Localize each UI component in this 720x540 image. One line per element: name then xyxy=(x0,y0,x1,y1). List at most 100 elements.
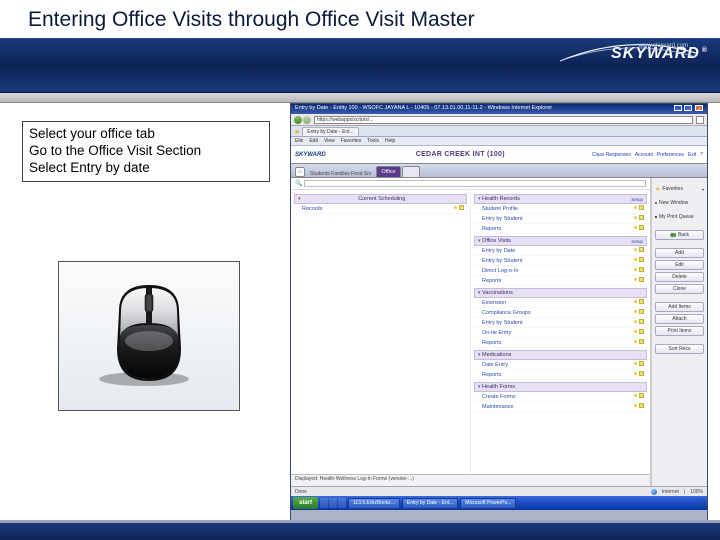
star-icon[interactable] xyxy=(633,277,638,282)
nav-item[interactable]: Entry by Student xyxy=(474,214,647,224)
search-icon[interactable] xyxy=(696,116,704,124)
note-icon[interactable] xyxy=(639,339,644,344)
note-icon[interactable] xyxy=(639,205,644,210)
star-icon[interactable] xyxy=(633,267,638,272)
setup-link[interactable]: Setup xyxy=(631,197,643,202)
menu-view[interactable]: View xyxy=(324,137,335,145)
nav-item[interactable]: Compliance Groups xyxy=(474,308,647,318)
delete-button[interactable]: Delete xyxy=(655,272,704,282)
nav-item[interactable]: Entry by Student xyxy=(474,318,647,328)
star-icon[interactable] xyxy=(633,309,638,314)
note-icon[interactable] xyxy=(639,329,644,334)
maximize-button[interactable]: □ xyxy=(684,105,692,111)
new-window-link[interactable]: New Window xyxy=(655,198,704,208)
search-input[interactable] xyxy=(304,180,646,187)
star-icon[interactable] xyxy=(633,339,638,344)
note-icon[interactable] xyxy=(639,247,644,252)
print-items-button[interactable]: Print Items xyxy=(655,326,704,336)
nav-item[interactable]: Date Entry xyxy=(474,360,647,370)
tab-blank[interactable] xyxy=(402,166,420,177)
star-icon[interactable] xyxy=(633,361,638,366)
note-icon[interactable] xyxy=(639,257,644,262)
link-help[interactable]: ? xyxy=(700,152,703,158)
link-responses[interactable]: Class Responses xyxy=(592,152,631,158)
nav-item[interactable]: Direct Log-o-In xyxy=(474,266,647,276)
menu-file[interactable]: Eile xyxy=(295,137,303,145)
nav-item[interactable]: Reports xyxy=(474,370,647,380)
ql-icon[interactable] xyxy=(329,498,337,508)
note-icon[interactable] xyxy=(639,225,644,230)
note-icon[interactable] xyxy=(639,277,644,282)
star-icon[interactable] xyxy=(633,225,638,230)
clone-button[interactable]: Clone xyxy=(655,284,704,294)
system-tray[interactable] xyxy=(697,498,705,509)
ql-icon[interactable] xyxy=(320,498,328,508)
note-icon[interactable] xyxy=(639,393,644,398)
star-icon[interactable] xyxy=(633,299,638,304)
my-print-queue-link[interactable]: My Print Queue xyxy=(655,212,704,222)
sort-recs-button[interactable]: Sort Recs xyxy=(655,344,704,354)
section-current-scheduling[interactable]: ▾Current Scheduling xyxy=(294,194,467,204)
section-health-records[interactable]: ▾ Health RecordsSetup xyxy=(474,194,647,204)
section-medications[interactable]: ▾ Medications xyxy=(474,350,647,360)
nav-item-records[interactable]: Records xyxy=(294,204,467,214)
close-button[interactable]: × xyxy=(695,105,703,111)
setup-link[interactable]: Setup xyxy=(631,239,643,244)
taskbar-item[interactable]: Microsoft PowerPo... xyxy=(460,498,516,509)
note-icon[interactable] xyxy=(639,299,644,304)
star-icon[interactable] xyxy=(633,393,638,398)
back-button[interactable]: Back xyxy=(655,230,704,240)
nav-item[interactable]: Entry by Student xyxy=(474,256,647,266)
menu-edit[interactable]: Edit xyxy=(309,137,318,145)
note-icon[interactable] xyxy=(639,309,644,314)
note-icon[interactable] xyxy=(459,205,464,210)
search-icon[interactable]: 🔍 xyxy=(295,180,302,187)
home-icon[interactable]: ⌂ xyxy=(295,167,305,177)
note-icon[interactable] xyxy=(639,371,644,376)
star-icon[interactable] xyxy=(633,403,638,408)
nav-item[interactable]: On-tie Entry xyxy=(474,328,647,338)
minimize-button[interactable]: – xyxy=(674,105,682,111)
section-health-forms[interactable]: ▾ Health Forms xyxy=(474,382,647,392)
note-icon[interactable] xyxy=(639,319,644,324)
nav-item[interactable]: Reports xyxy=(474,224,647,234)
nav-item[interactable]: Reports xyxy=(474,276,647,286)
favorites-star-icon[interactable]: ★ xyxy=(294,128,300,136)
address-bar[interactable]: https://webapps/scripts/... xyxy=(314,116,693,124)
window-titlebar[interactable]: Entry by Date - Entity 100 - WSOFC JAYAN… xyxy=(291,104,707,114)
note-icon[interactable] xyxy=(639,215,644,220)
section-office-visits[interactable]: ▾ Office VisitsSetup xyxy=(474,236,647,246)
star-icon[interactable] xyxy=(633,247,638,252)
browser-tab[interactable]: Entry by Date - Ent... xyxy=(302,127,358,136)
note-icon[interactable] xyxy=(639,361,644,366)
ql-icon[interactable] xyxy=(338,498,346,508)
star-icon[interactable] xyxy=(633,205,638,210)
menu-tools[interactable]: Tools xyxy=(367,137,379,145)
link-exit[interactable]: Exit xyxy=(688,152,696,158)
nav-item[interactable]: Student Profile xyxy=(474,204,647,214)
edit-button[interactable]: Edit xyxy=(655,260,704,270)
add-button[interactable]: Add xyxy=(655,248,704,258)
taskbar-item[interactable]: Entry by Date - Ent... xyxy=(402,498,458,509)
note-icon[interactable] xyxy=(639,403,644,408)
section-vaccinations[interactable]: ▾ Vaccinations xyxy=(474,288,647,298)
star-icon[interactable] xyxy=(633,257,638,262)
menu-favorites[interactable]: Favorites xyxy=(341,137,362,145)
star-icon[interactable] xyxy=(633,329,638,334)
nav-item[interactable]: Create Forms xyxy=(474,392,647,402)
star-icon[interactable] xyxy=(633,215,638,220)
taskbar-item[interactable]: 113.5.ErbzBookz... xyxy=(348,498,400,509)
star-icon[interactable] xyxy=(453,205,458,210)
menu-help[interactable]: Help xyxy=(385,137,395,145)
favorites-header[interactable]: ★Favorites▾ xyxy=(655,184,704,194)
nav-item-entry-by-date[interactable]: Entry by Date xyxy=(474,246,647,256)
link-account[interactable]: Account xyxy=(635,152,653,158)
attach-button[interactable]: Attach xyxy=(655,314,704,324)
star-icon[interactable] xyxy=(633,371,638,376)
link-preferences[interactable]: Preferences xyxy=(657,152,684,158)
nav-back-icon[interactable] xyxy=(294,116,302,124)
add-items-button[interactable]: Add Items xyxy=(655,302,704,312)
note-icon[interactable] xyxy=(639,267,644,272)
star-icon[interactable] xyxy=(633,319,638,324)
nav-forward-icon[interactable] xyxy=(303,116,311,124)
